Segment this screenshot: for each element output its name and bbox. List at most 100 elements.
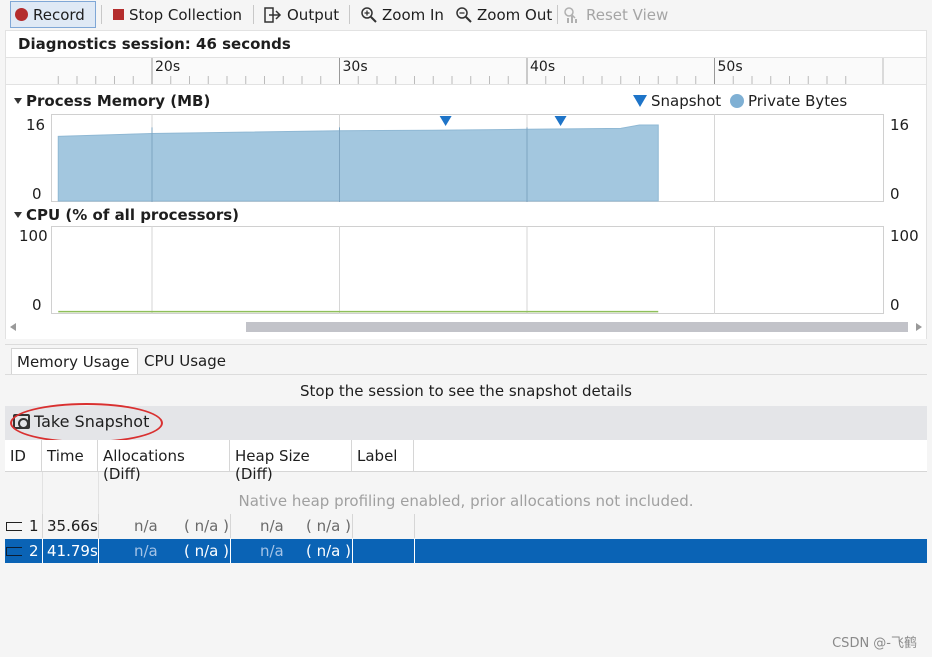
output-button[interactable]: Output [260,1,343,28]
toolbar-separator [253,5,254,24]
native-heap-note: Native heap profiling enabled, prior all… [238,492,694,510]
cell-divider [414,539,415,563]
reset-view-icon [564,6,577,23]
legend-snapshot-label: Snapshot [651,92,722,110]
memory-y-min-left: 0 [32,185,42,203]
zoom-in-icon [361,7,377,23]
column-divider [98,472,99,514]
cpu-y-max-left: 100 [19,227,48,245]
cpu-chart[interactable] [51,226,884,314]
private-bytes-area [57,124,659,202]
scroll-left-icon [10,323,16,331]
private-bytes-dot-icon [730,94,744,108]
column-header-filler [414,440,927,472]
toolbar-separator [349,5,350,24]
column-header-label[interactable]: Label [352,440,414,472]
cell-divider [98,539,99,563]
row-allocations-diff[interactable]: ( n/a ) [184,514,229,538]
reset-view-label: Reset View [586,5,669,24]
snapshot-table: ID Time Allocations (Diff) Heap Size (Di… [5,440,927,657]
collapse-icon [14,212,22,218]
reset-view-button[interactable]: Reset View [559,1,672,28]
ruler-tick-label: 30s [343,59,368,75]
output-icon [264,6,282,23]
watermark: CSDN @-飞鹤 [832,636,917,651]
record-icon [15,8,28,21]
ruler-tick-label: 50s [718,59,743,75]
column-header-time[interactable]: Time [42,440,98,472]
legend-private-bytes-label: Private Bytes [748,92,848,110]
column-divider [42,472,43,514]
record-button[interactable]: Record [10,1,96,28]
cell-divider [230,539,231,563]
cpu-y-max-right: 100 [890,227,919,245]
row-heap-size-diff[interactable]: ( n/a ) [306,514,351,538]
session-title: Diagnostics session: 46 seconds [18,35,291,53]
snapshot-row-icon [6,514,22,538]
tab-memory-usage[interactable]: Memory Usage [11,348,138,375]
tab-cpu-usage[interactable]: CPU Usage [139,348,231,375]
zoom-in-button[interactable]: Zoom In [356,1,448,28]
time-ruler-ticks: 20s 30s 40s 50s [57,58,884,84]
row-time[interactable]: 41.79s [47,539,98,563]
toolbar: Record Stop Collection Output Zoom In Zo… [0,0,932,29]
row-id: 2 [29,542,39,560]
memory-y-max-left: 16 [26,116,46,134]
zoom-out-icon [456,7,472,23]
zoom-out-label: Zoom Out [477,5,553,24]
column-header-id[interactable]: ID [5,440,42,472]
memory-chart-header[interactable]: Process Memory (MB) [14,92,210,110]
row-id: 1 [29,517,39,535]
memory-chart-title: Process Memory (MB) [26,92,211,110]
time-ruler[interactable]: 20s 30s 40s 50s [5,57,927,85]
timeline-scrollbar[interactable] [6,319,926,335]
cell-divider [98,514,99,538]
legend-private-bytes: Private Bytes [730,92,847,110]
row-allocations[interactable]: n/a [134,539,158,563]
collapse-icon [14,98,22,104]
session-header: Diagnostics session: 46 seconds [5,30,927,57]
memory-y-min-right: 0 [890,185,900,203]
cell-divider [42,514,43,538]
session-message: Stop the session to see the snapshot det… [5,374,927,406]
graph-area: Process Memory (MB) Snapshot Private Byt… [5,85,927,339]
toolbar-separator [101,5,102,24]
column-header-allocations[interactable]: Allocations (Diff) [98,440,230,483]
legend-snapshot: Snapshot [633,92,721,110]
cell-divider [230,514,231,538]
table-row-selected[interactable]: 2 41.79s n/a ( n/a ) n/a ( n/a ) [5,539,927,563]
memory-y-max-right: 16 [890,116,910,134]
stop-icon [113,9,124,20]
cpu-y-min-right: 0 [890,296,900,314]
memory-chart[interactable] [51,114,884,202]
cell-divider [352,514,353,538]
cpu-chart-header[interactable]: CPU (% of all processors) [14,206,239,224]
tab-strip: Memory Usage CPU Usage [5,344,927,375]
snapshot-row-icon [6,539,22,563]
column-header-heap-size[interactable]: Heap Size (Diff) [230,440,352,483]
stop-collection-label: Stop Collection [129,5,243,24]
toolbar-separator [557,5,558,24]
row-heap-size-diff[interactable]: ( n/a ) [306,539,351,563]
cell-divider [352,539,353,563]
row-time[interactable]: 35.66s [47,514,98,538]
record-label: Record [33,5,85,24]
zoom-out-button[interactable]: Zoom Out [451,1,556,28]
row-heap-size[interactable]: n/a [260,539,284,563]
cpu-chart-title: CPU (% of all processors) [26,206,240,224]
row-allocations-diff[interactable]: ( n/a ) [184,539,229,563]
output-label: Output [287,5,340,24]
row-heap-size[interactable]: n/a [260,514,284,538]
snapshot-marker-icon [633,95,647,107]
ruler-tick-label: 20s [155,59,180,75]
table-row[interactable]: 1 35.66s n/a ( n/a ) n/a ( n/a ) [5,514,927,538]
ruler-tick-label: 40s [530,59,555,75]
cell-divider [42,539,43,563]
scrollbar-thumb [246,322,908,332]
cell-divider [414,514,415,538]
scroll-right-icon [916,323,922,331]
stop-collection-button[interactable]: Stop Collection [109,1,246,28]
row-allocations[interactable]: n/a [134,514,158,538]
zoom-in-label: Zoom In [382,5,444,24]
highlight-ellipse [10,403,163,443]
